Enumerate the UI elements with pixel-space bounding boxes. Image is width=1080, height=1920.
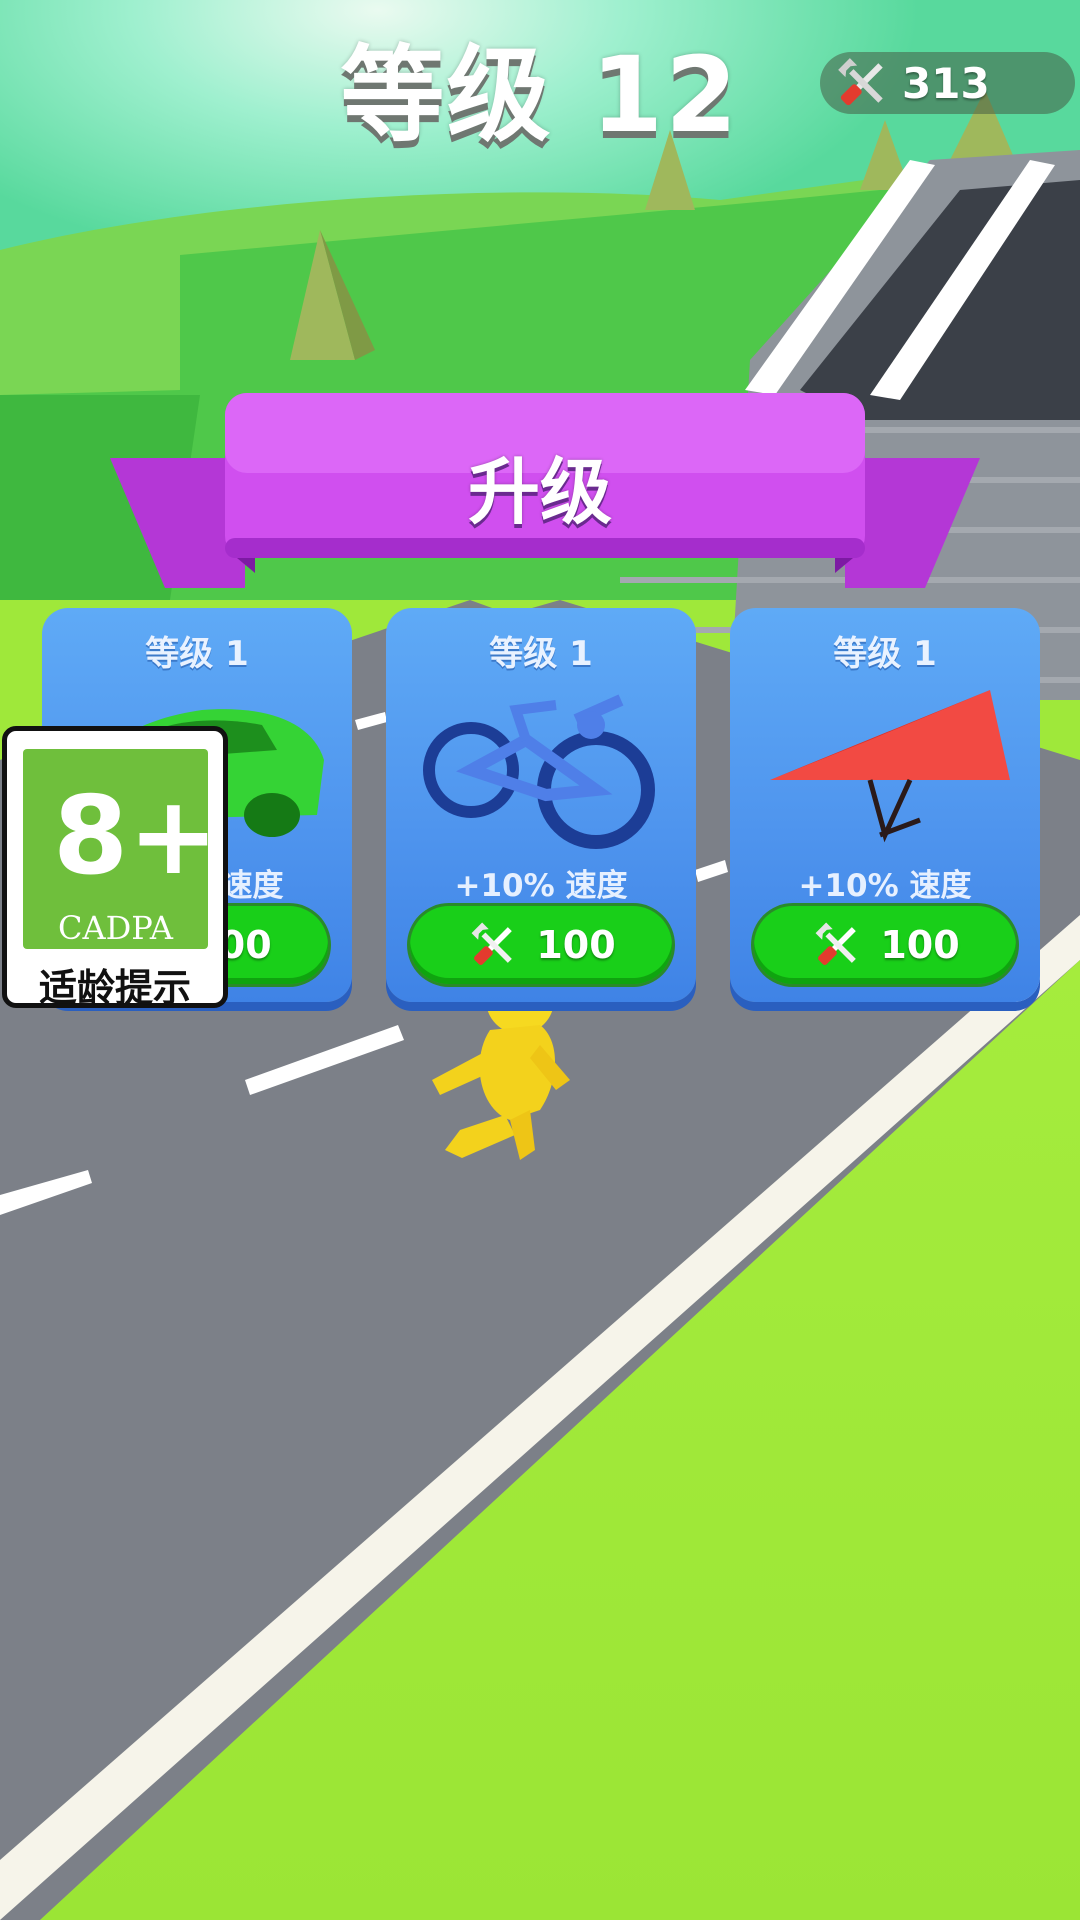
currency-counter: 313 [820,52,1075,114]
card-level: 等级 1 [489,634,593,674]
age-rating-badge: 8+ CADPA 适龄提示 [2,726,228,1010]
upgrade-banner-title: 升级 [467,450,612,534]
age-rating-org: CADPA [58,909,173,947]
age-rating-panel: 8+ CADPA [23,749,219,949]
buy-hang-glider-upgrade-button[interactable]: 100 [754,906,1016,984]
upgrade-card-bicycle[interactable]: 等级 1 +10% 速度 100 [386,608,696,1002]
buy-bicycle-upgrade-button[interactable]: 100 [410,906,672,984]
upgrade-card-hang-glider[interactable]: 等级 1 +10% 速度 100 [730,608,1040,1002]
currency-value: 313 [902,58,990,108]
card-level: 等级 1 [833,634,937,674]
card-bonus: +10% 速度 [454,868,628,904]
age-rating: 8+ [53,774,219,899]
buy-price: 100 [536,923,616,967]
buy-price: 100 [880,923,960,967]
bicycle-icon [423,694,655,849]
tools-icon [815,922,857,965]
tools-icon [838,58,883,106]
hang-glider-icon [770,690,1010,843]
tools-icon [471,922,513,965]
card-level: 等级 1 [145,634,249,674]
age-rating-caption: 适龄提示 [38,966,191,1010]
card-bonus: +10% 速度 [798,868,972,904]
